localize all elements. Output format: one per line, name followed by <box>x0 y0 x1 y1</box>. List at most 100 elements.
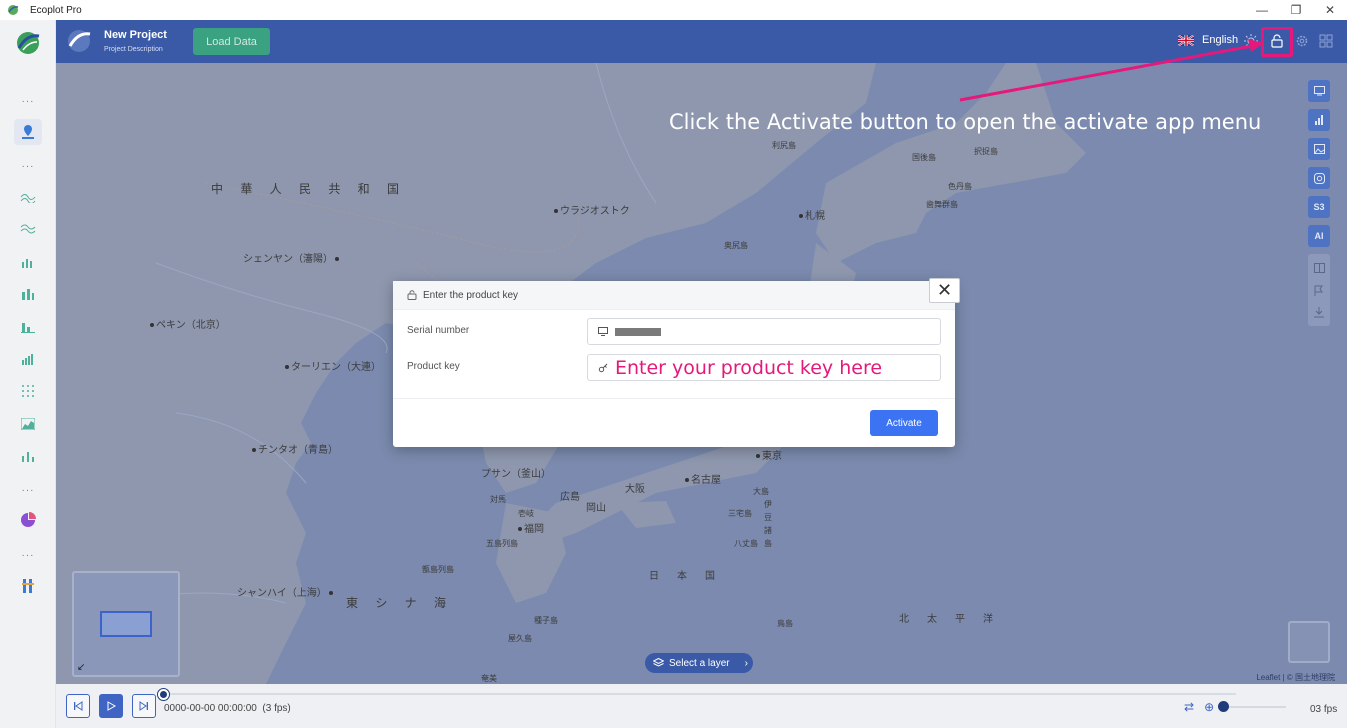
map-label-okayama: 岡山 <box>586 503 606 514</box>
map-label-goto: 五島列島 <box>486 539 518 548</box>
area-chart-icon[interactable] <box>18 415 38 433</box>
map-label-vladivostok: ウラジオストク <box>554 202 630 217</box>
map-label-etorofu: 択捉島 <box>974 147 998 156</box>
product-key-label: Product key <box>407 361 460 372</box>
project-name[interactable]: New Project <box>104 29 167 41</box>
map-label-hachijo: 八丈島 <box>734 539 758 548</box>
map-label-east-china-sea: 東 シ ナ 海 <box>346 596 454 610</box>
rail-more-2[interactable]: ··· <box>18 157 38 175</box>
pie-chart-icon[interactable] <box>18 511 38 529</box>
column-chart-icon[interactable] <box>18 318 38 336</box>
desktop-tool-button[interactable] <box>1308 80 1330 102</box>
minimap[interactable]: ↙ <box>72 571 180 677</box>
map-label-habomai: 歯舞群島 <box>926 200 958 209</box>
key-icon <box>598 363 608 372</box>
contour-chart-icon[interactable] <box>18 188 38 206</box>
image-tool-button[interactable] <box>1308 138 1330 160</box>
map-label-tanegashima: 種子島 <box>534 616 558 625</box>
app-logo-icon <box>8 5 19 15</box>
play-button[interactable] <box>99 694 123 718</box>
settings-gear-icon[interactable] <box>1293 32 1311 50</box>
serial-number-masked <box>615 327 661 336</box>
map-label-dalian: ターリエン（大連） <box>285 358 381 373</box>
dot-matrix-icon[interactable] <box>18 382 38 400</box>
dialog-header: Enter the product key <box>393 281 955 310</box>
map-label-osaka: 大阪 <box>625 484 645 495</box>
close-window-button[interactable]: ✕ <box>1313 0 1347 20</box>
uk-flag-icon <box>1178 34 1194 46</box>
chart-tool-button[interactable] <box>1308 109 1330 131</box>
map-label-japan: 日 本 国 <box>649 571 719 582</box>
map-label-okushiri: 奥尻島 <box>724 241 748 250</box>
minimap-viewport[interactable] <box>100 611 152 637</box>
wave-chart-icon[interactable] <box>18 220 38 238</box>
map-attribution[interactable]: Leaflet | © 国土地理院 <box>1256 672 1335 683</box>
theme-toggle-icon[interactable] <box>1242 32 1260 50</box>
activate-button[interactable]: Activate <box>870 410 938 436</box>
select-layer-label: Select a layer <box>669 657 730 669</box>
restore-button[interactable]: ❐ <box>1279 0 1313 20</box>
step-back-icon <box>74 701 83 711</box>
map-label-oshima: 大島 <box>753 487 769 496</box>
basemap-switcher[interactable] <box>1288 621 1330 663</box>
window-title: Ecoplot Pro <box>30 4 82 16</box>
instagram-tool-button[interactable] <box>1308 167 1330 189</box>
map-label-sapporo: 札幌 <box>799 207 825 222</box>
timeline-bar: 0000-00-00 00:00:00 (3 fps) ⇄ ⊕ 03 fps <box>56 684 1347 728</box>
map-label-qingdao: チンタオ（青島） <box>252 441 338 456</box>
map-label-kunashiri: 国後島 <box>912 153 936 162</box>
minimap-collapse-icon[interactable]: ↙ <box>77 662 85 673</box>
map-label-fukuoka: 福岡 <box>518 520 544 535</box>
serial-number-label: Serial number <box>407 325 470 336</box>
s3-tool-button[interactable]: S3 <box>1308 196 1330 218</box>
histogram-icon[interactable] <box>18 350 38 368</box>
bar-chart-icon[interactable] <box>18 285 38 303</box>
map-label-shenyang: シェンヤン（瀋陽） <box>243 250 341 265</box>
map-label-koshiki: 甑島列島 <box>422 565 454 574</box>
map-label-shanghai: シャンハイ（上海） <box>237 584 335 599</box>
language-selector[interactable]: English <box>1178 34 1238 46</box>
product-key-placeholder: Enter your product key here <box>615 356 883 379</box>
split-view-icon[interactable] <box>1308 257 1330 279</box>
fps-slider-handle[interactable] <box>1218 701 1230 712</box>
select-layer-button[interactable]: Select a layer › <box>645 653 753 673</box>
play-icon <box>107 701 116 711</box>
fps-slider[interactable] <box>1218 701 1287 712</box>
map-toolbar: S3 AI <box>1308 80 1330 326</box>
project-logo-icon <box>68 30 91 52</box>
minimize-button[interactable]: — <box>1245 0 1279 20</box>
rail-more-1[interactable]: ··· <box>18 92 38 110</box>
fps-value: 03 fps <box>1310 704 1338 715</box>
rail-more-3[interactable]: ··· <box>18 481 38 499</box>
rail-more-4[interactable]: ··· <box>18 546 38 564</box>
project-description[interactable]: Project Description <box>104 46 163 53</box>
map-label-yakushima: 屋久島 <box>508 634 532 643</box>
timeline-handle[interactable] <box>158 689 169 700</box>
apps-grid-icon[interactable] <box>1317 32 1335 50</box>
flag-icon[interactable] <box>1308 279 1330 301</box>
map-layer-icon[interactable] <box>14 119 42 145</box>
tools-icon[interactable] <box>18 577 38 595</box>
serial-number-field[interactable] <box>587 318 941 345</box>
monitor-icon <box>598 327 608 336</box>
timeline-track[interactable] <box>164 693 1236 695</box>
speed-icon[interactable]: ⊕ <box>1204 700 1214 714</box>
step-forward-button[interactable] <box>132 694 156 718</box>
ecoplot-logo-icon[interactable] <box>15 30 41 56</box>
dialog-separator <box>393 398 955 399</box>
step-forward-icon <box>139 701 148 711</box>
bubble-chart-icon[interactable] <box>18 447 38 465</box>
ai-tool-button[interactable]: AI <box>1308 225 1330 247</box>
loop-icon[interactable]: ⇄ <box>1184 700 1194 714</box>
lock-icon <box>407 290 417 300</box>
product-key-field[interactable]: Enter your product key here <box>587 354 941 381</box>
dialog-close-button[interactable]: ✕ <box>929 278 960 303</box>
map-label-tsushima: 対馬 <box>490 495 506 504</box>
language-label: English <box>1202 34 1239 46</box>
map-label-pacific: 北 太 平 洋 <box>899 614 997 625</box>
timeline-time: 0000-00-00 00:00:00 (3 fps) <box>164 703 291 714</box>
step-back-button[interactable] <box>66 694 90 718</box>
load-data-button[interactable]: Load Data <box>193 28 270 55</box>
download-icon[interactable] <box>1308 301 1330 323</box>
scatter-chart-icon[interactable] <box>18 253 38 271</box>
